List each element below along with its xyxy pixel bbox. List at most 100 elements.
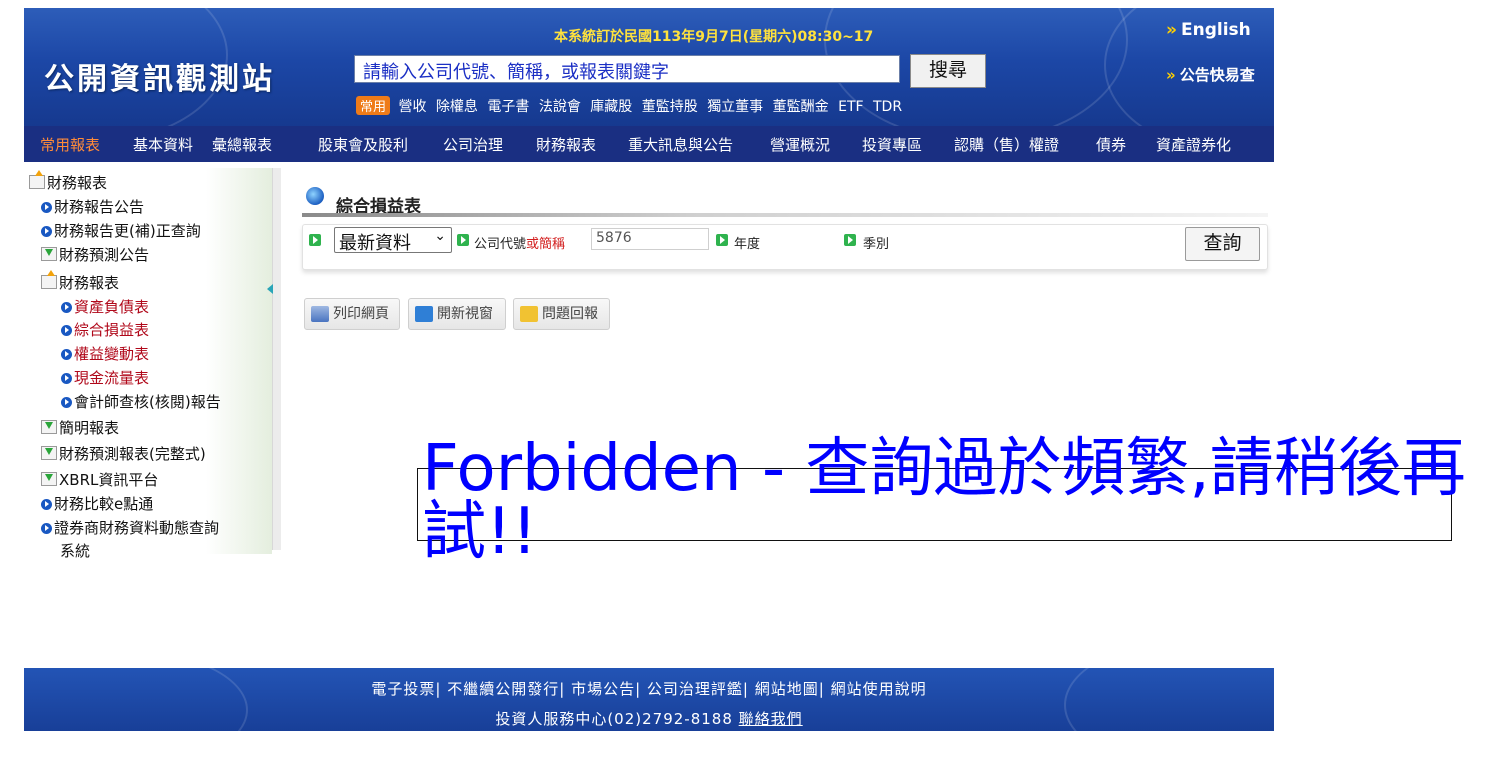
sidebar-group-statements[interactable]: 財務報表: [41, 270, 120, 293]
search-button[interactable]: 搜尋: [910, 54, 986, 88]
footer-link-evoting[interactable]: 電子投票: [371, 680, 435, 698]
collapse-arrow-icon[interactable]: [267, 284, 273, 294]
nav-item-summary-reports[interactable]: 彙總報表: [212, 134, 272, 155]
sidebar-group-financial-reports[interactable]: 財務報表: [29, 170, 108, 193]
footer-link-governance-eval[interactable]: 公司治理評鑑: [647, 680, 743, 698]
common-link[interactable]: TDR: [873, 99, 902, 115]
site-logo[interactable]: 公開資訊觀測站: [44, 54, 275, 98]
sidebar-item-xbrl[interactable]: XBRL資訊平台: [41, 469, 158, 490]
separator: |: [818, 680, 831, 698]
nav-item-operations[interactable]: 營運概況: [770, 134, 830, 155]
sidebar-item-label: 財務預測公告: [59, 246, 150, 264]
globe-icon: [306, 187, 324, 205]
feedback-button-label: 問題回報: [542, 306, 598, 322]
english-link[interactable]: » English: [1166, 20, 1251, 40]
printer-icon: [311, 306, 329, 322]
envelope-icon: [520, 306, 538, 322]
site-header: 公開資訊觀測站 本系統訂於民國113年9月7日(星期六)08:30~17 » En…: [24, 8, 1274, 162]
separator: |: [742, 680, 755, 698]
footer-links: 電子投票| 不繼續公開發行| 市場公告| 公司治理評鑑| 網站地圖| 網站使用說…: [24, 678, 1274, 699]
sidebar-item-report-correction[interactable]: 財務報告更(補)正查詢: [41, 220, 201, 241]
expand-down-icon: [41, 446, 57, 460]
nav-item-announcements[interactable]: 重大訊息與公告: [628, 134, 733, 155]
sidebar-item-auditor-report[interactable]: 會計師查核(核閱)報告: [61, 391, 221, 412]
bullet-arrow-icon: [41, 523, 52, 534]
sidebar-item-label: 資產負債表: [74, 298, 150, 316]
sidebar-item-label: 財務報表: [47, 174, 108, 192]
sidebar-item-broker-query-cont[interactable]: 系統: [60, 540, 90, 561]
sidebar-item-forecast-announcement[interactable]: 財務預測公告: [41, 244, 149, 265]
separator: |: [435, 680, 448, 698]
common-link[interactable]: 董監酬金: [773, 99, 829, 115]
period-select-value: 最新資料: [339, 233, 411, 254]
contact-us-link[interactable]: 聯絡我們: [739, 710, 803, 728]
checkmark-window-icon: [415, 306, 433, 322]
common-link[interactable]: 庫藏股: [590, 99, 632, 115]
sidebar-item-label: 財務比較e點通: [54, 495, 154, 513]
common-link[interactable]: ETF: [838, 99, 863, 115]
expand-down-icon: [41, 420, 57, 434]
double-chevron-icon: »: [1166, 66, 1176, 84]
sidebar-item-condensed[interactable]: 簡明報表: [41, 417, 119, 438]
bullet-arrow-icon: [61, 302, 72, 313]
error-message: Forbidden - 查詢過於頻繁,請稍後再試!!: [422, 432, 1466, 569]
sidebar-item-label: XBRL資訊平台: [59, 471, 159, 489]
footer-link-market-notice[interactable]: 市場公告: [571, 680, 635, 698]
sidebar-item-equity-changes[interactable]: 權益變動表: [61, 343, 149, 364]
sidebar-item-label: 財務報表: [59, 274, 120, 292]
nav-item-bonds[interactable]: 債券: [1096, 134, 1126, 155]
sidebar-item-report-announcement[interactable]: 財務報告公告: [41, 196, 144, 217]
common-link[interactable]: 除權息: [436, 99, 478, 115]
sidebar-item-balance-sheet[interactable]: 資產負債表: [61, 296, 149, 317]
nav-item-warrants[interactable]: 認購（售）權證: [954, 134, 1059, 155]
common-link[interactable]: 獨立董事: [707, 99, 763, 115]
title-underline: [302, 213, 1268, 217]
sidebar-item-label: 財務報告更(補)正查詢: [54, 222, 201, 240]
company-code-input[interactable]: 5876: [591, 228, 709, 250]
nav-item-basic-info[interactable]: 基本資料: [133, 134, 193, 155]
new-window-button[interactable]: 開新視窗: [408, 298, 506, 330]
sidebar-collapse-bar[interactable]: [272, 168, 281, 550]
expand-down-icon: [41, 472, 57, 486]
sidebar-item-label: 會計師查核(核閱)報告: [74, 393, 221, 411]
sidebar-item-income-statement[interactable]: 綜合損益表: [61, 319, 149, 340]
query-button[interactable]: 查詢: [1185, 227, 1260, 261]
feedback-button[interactable]: 問題回報: [513, 298, 610, 330]
sidebar: 財務報表 財務報告公告 財務報告更(補)正查詢 財務預測公告 財務報表 資產負債…: [24, 164, 282, 560]
common-link[interactable]: 電子書: [487, 99, 529, 115]
nav-item-common-reports[interactable]: 常用報表: [40, 134, 100, 155]
nav-item-shareholders[interactable]: 股東會及股利: [318, 134, 408, 155]
common-link[interactable]: 董監持股: [642, 99, 698, 115]
footer-contact: 投資人服務中心(02)2792-8188 聯絡我們: [24, 708, 1274, 729]
common-link[interactable]: 營收: [398, 99, 426, 115]
bullet-arrow-icon: [41, 499, 52, 510]
sidebar-item-compare[interactable]: 財務比較e點通: [41, 493, 153, 514]
footer-link-sitemap[interactable]: 網站地圖: [755, 680, 819, 698]
period-select[interactable]: 最新資料 ⌄: [334, 227, 452, 254]
sidebar-item-label: 綜合損益表: [74, 321, 150, 339]
bullet-arrow-icon: [41, 202, 52, 213]
green-arrow-icon: [457, 234, 469, 246]
sidebar-item-label: 財務報告公告: [54, 198, 145, 216]
green-arrow-icon: [844, 234, 856, 246]
nav-item-securitization[interactable]: 資產證券化: [1156, 134, 1231, 155]
nav-item-investment[interactable]: 投資專區: [862, 134, 922, 155]
common-badge: 常用: [356, 96, 391, 115]
folder-open-icon: [29, 170, 45, 189]
common-link[interactable]: 法說會: [539, 99, 581, 115]
nav-item-governance[interactable]: 公司治理: [443, 134, 503, 155]
footer-link-delisting[interactable]: 不繼續公開發行: [447, 680, 559, 698]
search-input[interactable]: 請輸入公司代號、簡稱，或報表關鍵字: [354, 55, 900, 83]
chevron-down-icon: ⌄: [434, 228, 446, 244]
new-window-button-label: 開新視窗: [437, 306, 493, 322]
nav-item-financials[interactable]: 財務報表: [536, 134, 596, 155]
sidebar-item-forecast-full[interactable]: 財務預測報表(完整式): [41, 443, 206, 464]
footer-link-help[interactable]: 網站使用說明: [831, 680, 927, 698]
quick-lookup-link[interactable]: » 公告快易查: [1166, 64, 1255, 85]
sidebar-item-label: 權益變動表: [74, 345, 150, 363]
sidebar-item-cash-flow[interactable]: 現金流量表: [61, 367, 149, 388]
print-button[interactable]: 列印網頁: [304, 298, 400, 330]
separator: |: [559, 680, 572, 698]
company-code-label-text: 公司代號: [474, 237, 527, 252]
sidebar-item-broker-query[interactable]: 證券商財務資料動態查詢: [41, 517, 219, 538]
